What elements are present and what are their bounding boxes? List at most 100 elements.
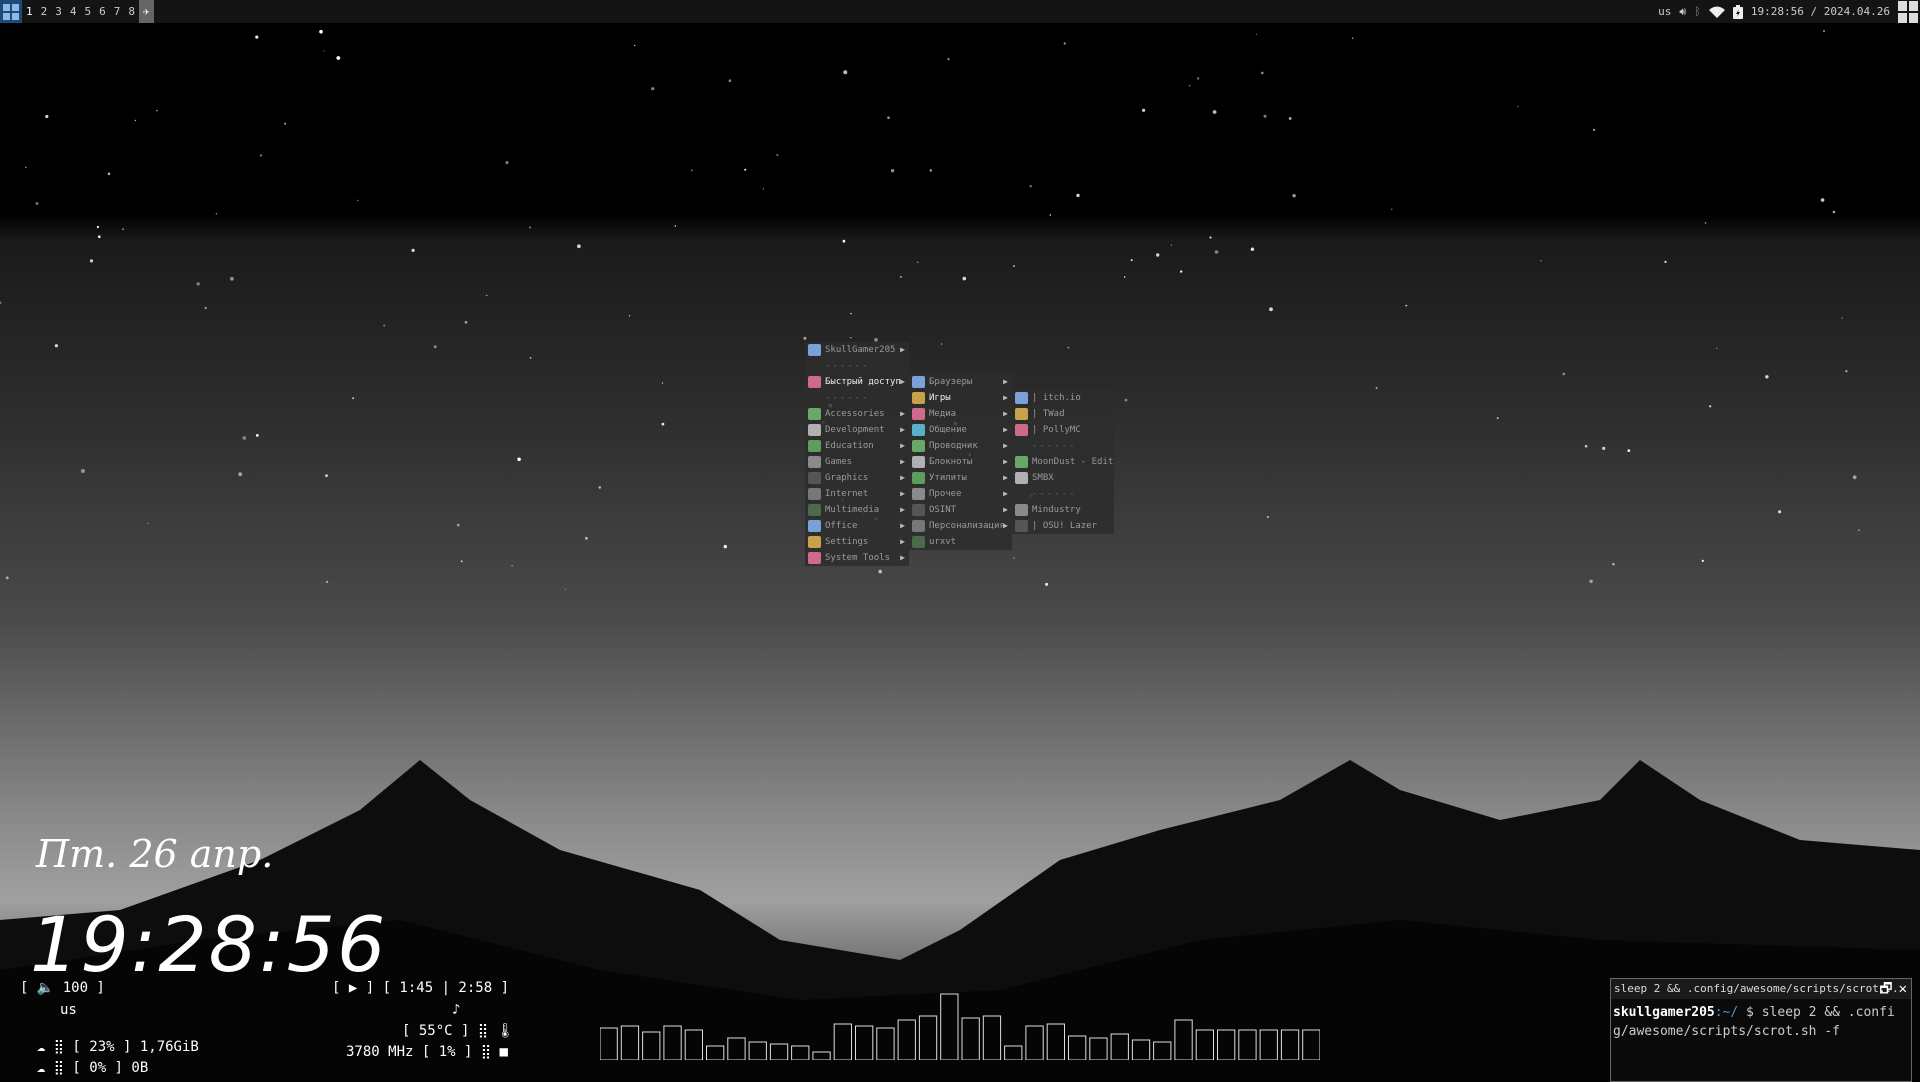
menu-item[interactable]: Graphics ▶ xyxy=(805,470,909,486)
star xyxy=(1292,194,1296,198)
bluetooth-icon[interactable]: ᛒ xyxy=(1694,5,1701,18)
menu-item[interactable]: Общение ▶ xyxy=(909,422,1012,438)
visualizer-bar xyxy=(918,1015,938,1060)
star xyxy=(1709,405,1712,408)
layout-icon[interactable] xyxy=(1898,0,1918,23)
volume-widget[interactable]: [ 🔈 100 ] xyxy=(20,980,105,996)
star xyxy=(1124,398,1128,402)
star xyxy=(1540,260,1542,262)
wifi-icon[interactable] xyxy=(1708,6,1725,18)
menu-item[interactable]: Mindustry xyxy=(1012,502,1114,518)
menu-item-label: Accessories xyxy=(825,409,885,419)
menu-item-label: | OSU! Lazer xyxy=(1032,521,1098,531)
star xyxy=(255,35,259,39)
maximize-icon[interactable]: 🗗 xyxy=(1879,979,1892,999)
menu-item[interactable]: SkullGamer205 ▶ xyxy=(805,342,909,358)
star xyxy=(843,70,848,75)
star xyxy=(1602,446,1606,450)
visualizer-bar xyxy=(940,993,959,1060)
menu-item[interactable]: Персонализация ▶ xyxy=(909,518,1012,534)
tag-7[interactable]: 7 xyxy=(110,0,125,23)
visualizer-bar xyxy=(876,1027,895,1060)
star xyxy=(1405,304,1408,307)
star xyxy=(1664,260,1667,263)
menu-item-label: Office xyxy=(825,521,858,531)
menu-item[interactable]: Браузеры ▶ xyxy=(909,374,1012,390)
visualizer-bar xyxy=(620,1025,640,1060)
menu-item[interactable]: System Tools ▶ xyxy=(805,550,909,566)
star xyxy=(1180,270,1183,273)
top-panel: 1 2 3 4 5 6 7 8 ✈ us 🔊︎ ᛒ 19:28:56 / 202… xyxy=(0,0,1920,23)
terminal-output[interactable]: skullgamer205:~/ $ sleep 2 && .config/aw… xyxy=(1611,999,1911,1045)
menu-item[interactable]: SMBX xyxy=(1012,470,1114,486)
menu-item-label: Development xyxy=(825,425,885,435)
submenu-arrow-icon: ▶ xyxy=(1003,393,1008,402)
launcher-button[interactable] xyxy=(0,0,22,23)
menu-item[interactable]: Блокноты ▶ xyxy=(909,454,1012,470)
submenu-arrow-icon: ▶ xyxy=(900,457,905,466)
submenu-arrow-icon: ▶ xyxy=(900,489,905,498)
tag-4[interactable]: 4 xyxy=(66,0,81,23)
star xyxy=(460,560,463,563)
terminal-window[interactable]: sleep 2 && .config/awesome/scripts/scrot… xyxy=(1610,978,1912,1082)
tag-8[interactable]: 8 xyxy=(124,0,139,23)
tag-2[interactable]: 2 xyxy=(37,0,52,23)
menu-item[interactable]: Games ▶ xyxy=(805,454,909,470)
clock-label[interactable]: 19:28:56 / 2024.04.26 xyxy=(1751,5,1890,18)
menu-item[interactable]: Development ▶ xyxy=(805,422,909,438)
menu-item[interactable]: Медиа ▶ xyxy=(909,406,1012,422)
menu-item[interactable]: Internet ▶ xyxy=(805,486,909,502)
terminal-titlebar[interactable]: sleep 2 && .config/awesome/scripts/scrot… xyxy=(1611,979,1911,999)
menu-item[interactable]: Игры ▶ xyxy=(909,390,1012,406)
menu-item-label: Settings xyxy=(825,537,869,547)
tag-5[interactable]: 5 xyxy=(81,0,96,23)
app-icon xyxy=(808,472,821,484)
star xyxy=(887,116,890,119)
star xyxy=(1820,198,1825,202)
menu-item[interactable]: MoonDust - Edit... xyxy=(1012,454,1114,470)
audio-visualizer xyxy=(600,993,1320,1060)
menu-item[interactable]: urxvt xyxy=(909,534,1012,550)
menu-item[interactable]: Office ▶ xyxy=(805,518,909,534)
menu-item[interactable]: Прочее ▶ xyxy=(909,486,1012,502)
star xyxy=(196,282,200,286)
volume-icon[interactable]: 🔊︎ xyxy=(1679,5,1686,19)
visualizer-bar xyxy=(1238,1029,1257,1060)
close-icon[interactable]: ✕ xyxy=(1899,979,1907,999)
menu-item[interactable]: | TWad xyxy=(1012,406,1114,422)
tag-1[interactable]: 1 xyxy=(22,0,37,23)
menu-item[interactable]: | itch.io xyxy=(1012,390,1114,406)
battery-icon[interactable] xyxy=(1732,4,1743,19)
visualizer-bar xyxy=(897,1019,916,1060)
menu-item[interactable]: | OSU! Lazer xyxy=(1012,518,1114,534)
menu-item[interactable]: Accessories ▶ xyxy=(805,406,909,422)
arrow-icon[interactable]: ✈ xyxy=(139,0,154,23)
app-icon xyxy=(808,504,821,516)
star xyxy=(929,169,932,172)
menu-item[interactable]: Education ▶ xyxy=(805,438,909,454)
menu-item[interactable]: | PollyMC xyxy=(1012,422,1114,438)
app-icon xyxy=(912,504,925,516)
menu-separator: ------ xyxy=(805,390,909,406)
menu-item[interactable]: Утилиты ▶ xyxy=(909,470,1012,486)
menu-item[interactable]: Проводник ▶ xyxy=(909,438,1012,454)
submenu-arrow-icon: ▶ xyxy=(900,521,905,530)
keyboard-layout[interactable]: us xyxy=(1658,5,1671,18)
tag-6[interactable]: 6 xyxy=(95,0,110,23)
tag-3[interactable]: 3 xyxy=(51,0,66,23)
menu-item-label: Утилиты xyxy=(929,473,967,483)
menu-item[interactable]: Multimedia ▶ xyxy=(805,502,909,518)
star xyxy=(674,225,676,227)
menu-item[interactable]: Settings ▶ xyxy=(805,534,909,550)
menu-item[interactable]: OSINT ▶ xyxy=(909,502,1012,518)
star xyxy=(1841,317,1843,319)
star xyxy=(1076,193,1080,198)
star xyxy=(1351,37,1354,39)
star xyxy=(1269,307,1273,312)
star xyxy=(1778,510,1782,514)
menu-item[interactable]: Быстрый доступ ▶ xyxy=(805,374,909,390)
submenu-arrow-icon: ▶ xyxy=(1003,457,1008,466)
grid-icon xyxy=(3,3,19,20)
app-icon xyxy=(808,408,821,420)
media-widget[interactable]: [ ▶ ] [ 1:45 | 2:58 ] xyxy=(332,980,509,996)
